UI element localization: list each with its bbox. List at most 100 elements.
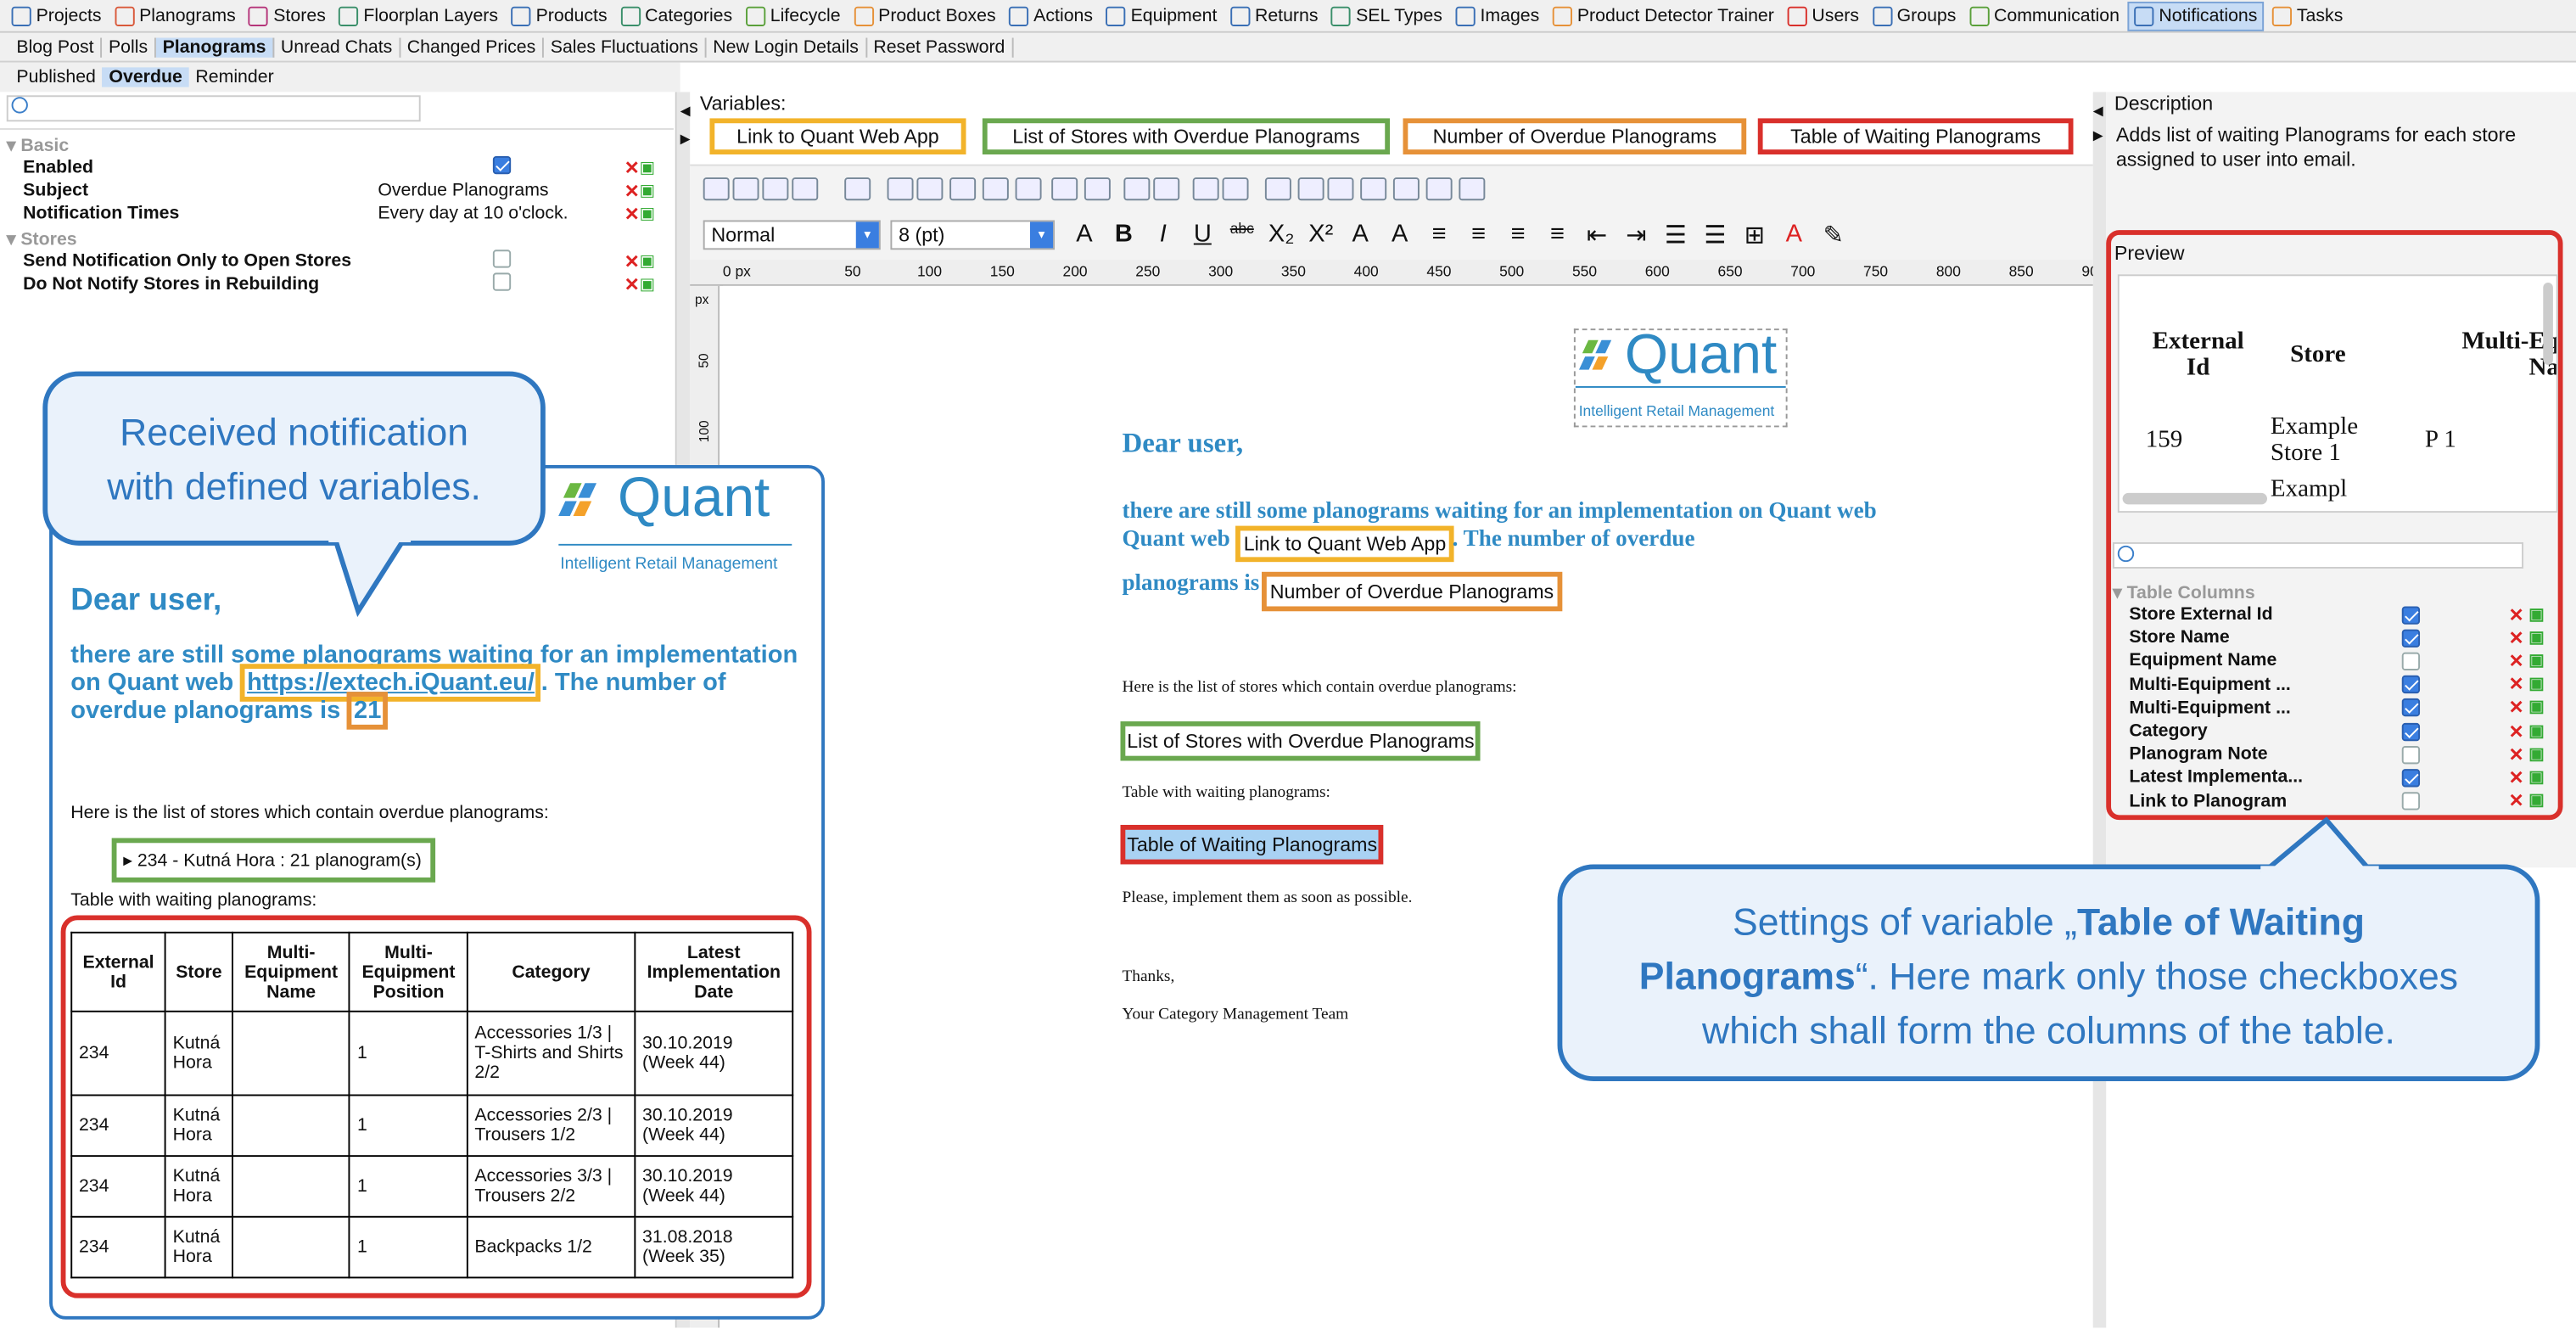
pilcrow-icon[interactable] xyxy=(1392,177,1420,201)
edit-icon[interactable]: ▣ xyxy=(2528,769,2544,787)
open-only-checkbox[interactable] xyxy=(492,250,512,268)
column-checkbox[interactable] xyxy=(2401,721,2421,741)
editor-var-table[interactable]: Table of Waiting Planograms xyxy=(1120,824,1384,865)
nav-products[interactable]: Products xyxy=(507,1,613,31)
insert-col-icon[interactable] xyxy=(1153,177,1180,201)
clear-icon[interactable]: ✕ xyxy=(624,203,640,224)
merge-icon[interactable] xyxy=(1192,177,1219,201)
bullet-list-icon[interactable]: ☰ xyxy=(1699,220,1732,250)
expand-icon[interactable]: ▶ xyxy=(2093,128,2103,143)
copy-icon[interactable] xyxy=(792,177,819,201)
subnav-unread-chats[interactable]: Unread Chats xyxy=(274,36,401,57)
edit-icon[interactable]: ▣ xyxy=(2528,676,2544,693)
edit-icon[interactable]: ▣ xyxy=(640,182,655,199)
column-checkbox[interactable] xyxy=(2401,792,2421,810)
nav-equipment[interactable]: Equipment xyxy=(1101,1,1222,31)
indent-icon[interactable]: ⇥ xyxy=(1620,220,1653,250)
zoom-out-icon[interactable] xyxy=(1459,177,1486,201)
edit-icon[interactable]: ▣ xyxy=(640,159,655,177)
align-center-icon[interactable]: ≡ xyxy=(1462,220,1495,250)
column-checkbox[interactable] xyxy=(2401,745,2421,764)
edit-icon[interactable]: ▣ xyxy=(640,275,655,293)
column-checkbox[interactable] xyxy=(2401,768,2421,788)
edit-icon[interactable]: ▣ xyxy=(2528,605,2544,623)
nav-returns[interactable]: Returns xyxy=(1225,1,1323,31)
right-splitter[interactable] xyxy=(2092,92,2107,1328)
font-color-icon[interactable]: A xyxy=(1778,220,1811,250)
size-select[interactable]: 8 (pt) ▾ xyxy=(890,220,1056,250)
nav-lifecycle[interactable]: Lifecycle xyxy=(741,1,846,31)
nav-users[interactable]: Users xyxy=(1783,1,1864,31)
underline-icon[interactable]: U xyxy=(1186,220,1219,250)
cut-icon[interactable] xyxy=(762,177,789,201)
nav-categories[interactable]: Categories xyxy=(615,1,737,31)
editor-canvas[interactable] xyxy=(722,285,2093,1328)
subnav-sales-fluctuations[interactable]: Sales Fluctuations xyxy=(544,36,707,57)
table-icon[interactable] xyxy=(887,177,914,201)
edit-icon[interactable]: ▣ xyxy=(640,205,655,222)
font-icon[interactable]: A xyxy=(1068,220,1101,250)
column-checkbox[interactable] xyxy=(2401,628,2421,648)
subnav-changed-prices[interactable]: Changed Prices xyxy=(400,36,545,57)
collapse-left-icon[interactable]: ◀ xyxy=(680,104,691,118)
grow-font-icon[interactable]: A xyxy=(1344,220,1377,250)
edit-icon[interactable]: ▣ xyxy=(2528,745,2544,763)
nav-product-boxes[interactable]: Product Boxes xyxy=(848,1,1000,31)
nav-floorplan-layers[interactable]: Floorplan Layers xyxy=(334,1,503,31)
enabled-checkbox[interactable] xyxy=(492,155,512,175)
subnav-blog-post[interactable]: Blog Post xyxy=(10,36,103,57)
nav-projects[interactable]: Projects xyxy=(7,1,107,31)
group-stores[interactable]: ▾ Stores xyxy=(0,227,77,249)
columns-search-input[interactable] xyxy=(2112,541,2524,569)
clear-icon[interactable]: ✕ xyxy=(624,157,640,178)
group-basic[interactable]: ▾ Basic xyxy=(0,134,69,155)
highlight-icon[interactable]: ✎ xyxy=(1817,220,1850,250)
subnav-polls[interactable]: Polls xyxy=(102,36,156,57)
edit-icon[interactable] xyxy=(982,177,1009,201)
editor-var-list[interactable]: List of Stores with Overdue Planograms xyxy=(1120,721,1481,761)
clear-icon[interactable]: ✕ xyxy=(2509,698,2524,718)
nav-planograms[interactable]: Planograms xyxy=(109,1,240,31)
nav-actions[interactable]: Actions xyxy=(1004,1,1098,31)
redo-icon[interactable] xyxy=(732,177,759,201)
nav-communication[interactable]: Communication xyxy=(1964,1,2125,31)
clear-icon[interactable]: ✕ xyxy=(2509,604,2524,625)
clear-icon[interactable]: ✕ xyxy=(2509,767,2524,788)
column-checkbox[interactable] xyxy=(2401,652,2421,670)
var-list-stores[interactable]: List of Stores with Overdue Planograms xyxy=(982,118,1391,155)
style-select[interactable]: Normal ▾ xyxy=(703,220,881,250)
grid4-icon[interactable] xyxy=(1360,177,1387,201)
nav-notifications[interactable]: Notifications xyxy=(2127,0,2265,31)
find-icon[interactable] xyxy=(916,177,944,201)
clear-icon[interactable]: ✕ xyxy=(2509,744,2524,765)
tab-overdue[interactable]: Overdue xyxy=(102,67,189,87)
numbered-list-icon[interactable]: ☰ xyxy=(1660,220,1693,250)
nav-tasks[interactable]: Tasks xyxy=(2267,1,2348,31)
outdent-icon[interactable]: ⇤ xyxy=(1581,220,1614,250)
align-right-icon[interactable]: ≡ xyxy=(1502,220,1535,250)
tab-reminder[interactable]: Reminder xyxy=(189,67,281,87)
clear-icon[interactable]: ✕ xyxy=(624,273,640,294)
clear-icon[interactable]: ✕ xyxy=(2509,721,2524,742)
superscript-icon[interactable]: X² xyxy=(1304,220,1337,250)
subject-value[interactable]: Overdue Planograms xyxy=(378,181,624,200)
subnav-reset-password[interactable]: Reset Password xyxy=(867,36,1014,57)
column-checkbox[interactable] xyxy=(2401,605,2421,624)
grid-icon[interactable] xyxy=(1264,177,1291,201)
var-link-web-app[interactable]: Link to Quant Web App xyxy=(709,118,966,155)
collapse-right-icon[interactable]: ▶ xyxy=(680,132,691,146)
clear-icon[interactable]: ✕ xyxy=(2509,627,2524,648)
paint-icon[interactable] xyxy=(1015,177,1042,201)
clear-icon[interactable]: ✕ xyxy=(2509,791,2524,811)
bold-icon[interactable]: B xyxy=(1107,220,1140,250)
nav-product-detector-trainer[interactable]: Product Detector Trainer xyxy=(1548,1,1779,31)
rebuilding-checkbox[interactable] xyxy=(492,272,512,291)
table-border-icon[interactable]: ⊞ xyxy=(1739,220,1772,250)
clear-icon[interactable]: ✕ xyxy=(2509,674,2524,695)
undo-icon[interactable] xyxy=(703,177,730,201)
justify-icon[interactable]: ≡ xyxy=(1541,220,1574,250)
tab-published[interactable]: Published xyxy=(10,67,103,87)
collapse-icon[interactable]: ◀ xyxy=(2093,104,2103,118)
italic-icon[interactable]: I xyxy=(1146,220,1179,250)
subnav-planograms[interactable]: Planograms xyxy=(155,36,275,57)
